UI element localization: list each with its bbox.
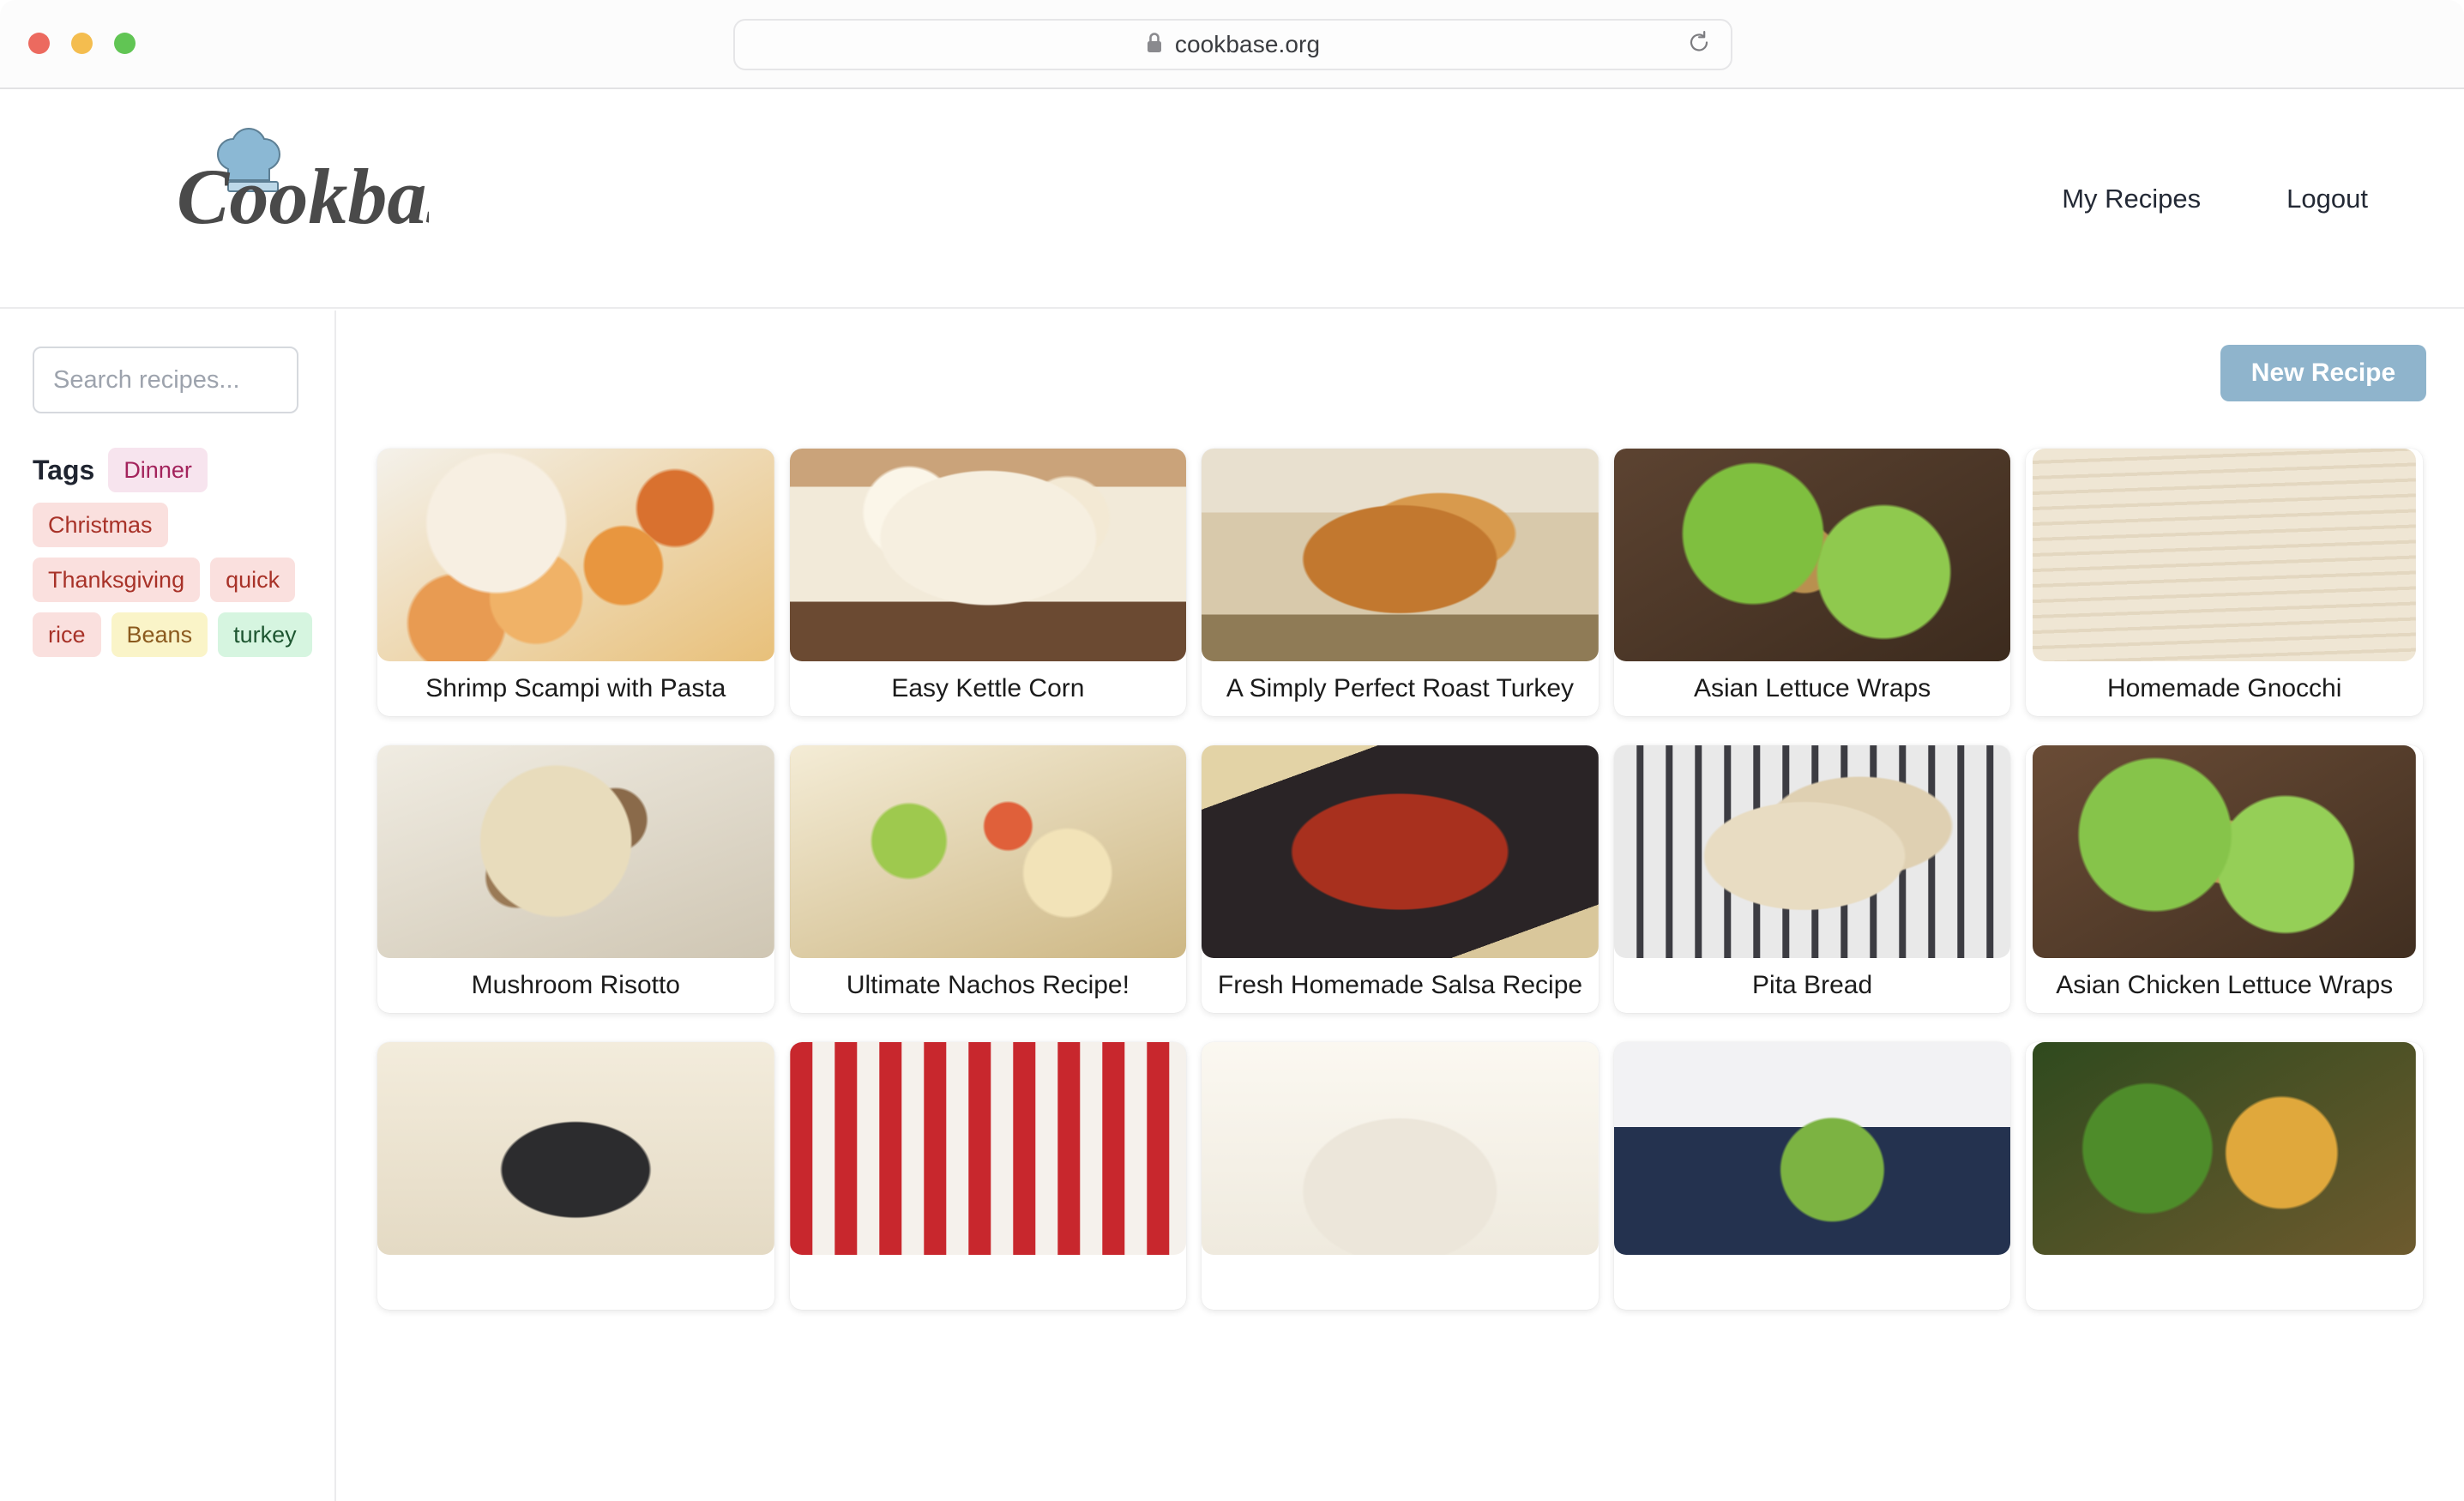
recipe-image	[1613, 1042, 2011, 1255]
close-window-button[interactable]	[28, 33, 50, 54]
recipe-card[interactable]: Asian Chicken Lettuce Wraps	[2026, 745, 2423, 1013]
recipe-title: Easy Kettle Corn	[891, 674, 1085, 702]
site-logo[interactable]: Cookbase	[172, 113, 429, 233]
recipe-image	[1202, 745, 1599, 958]
recipe-card[interactable]: Mushroom Risotto	[377, 745, 774, 1013]
recipe-image	[1613, 745, 2011, 958]
tag-filter-list: Tags Dinner Christmas Thanksgiving quick…	[33, 448, 316, 657]
tag-beans[interactable]: Beans	[111, 612, 208, 657]
recipe-title: Ultimate Nachos Recipe!	[846, 971, 1130, 999]
recipe-title-wrap: Asian Lettuce Wraps	[1614, 661, 2011, 716]
recipe-title: Asian Chicken Lettuce Wraps	[2056, 971, 2394, 999]
tag-rice[interactable]: rice	[33, 612, 101, 657]
recipe-image	[2033, 449, 2416, 661]
page-body: Tags Dinner Christmas Thanksgiving quick…	[0, 310, 2464, 1501]
minimize-window-button[interactable]	[71, 33, 93, 54]
recipe-title-wrap	[377, 1255, 774, 1310]
lock-icon	[1146, 32, 1163, 58]
recipe-image	[2033, 1042, 2416, 1255]
tag-turkey[interactable]: turkey	[218, 612, 312, 657]
recipe-title-wrap	[790, 1255, 1187, 1310]
recipe-image	[377, 1042, 774, 1255]
recipe-title-wrap: A Simply Perfect Roast Turkey	[1202, 661, 1599, 716]
tag-dinner[interactable]: Dinner	[108, 448, 208, 492]
recipe-card[interactable]: Easy Kettle Corn	[789, 449, 1187, 716]
site-header: Cookbase My Recipes Logout	[0, 89, 2464, 309]
recipe-image	[377, 745, 774, 958]
tag-quick[interactable]: quick	[210, 558, 296, 602]
recipe-card[interactable]	[1202, 1042, 1599, 1310]
recipe-grid: Shrimp Scampi with Pasta Easy Kettle Corn…	[377, 449, 2423, 1310]
recipe-title-wrap: Mushroom Risotto	[377, 958, 774, 1013]
recipe-title: Fresh Homemade Salsa Recipe	[1217, 971, 1583, 999]
recipe-card[interactable]	[2026, 1042, 2423, 1310]
recipe-card[interactable]	[377, 1042, 774, 1310]
maximize-window-button[interactable]	[114, 33, 136, 54]
recipe-image	[1613, 449, 2011, 661]
recipe-card[interactable]	[1613, 1042, 2011, 1310]
address-bar[interactable]: cookbase.org	[733, 19, 1732, 70]
url-text: cookbase.org	[1174, 31, 1321, 57]
recipe-title-wrap: Pita Bread	[1614, 958, 2011, 1013]
main-nav: My Recipes Logout	[2062, 89, 2368, 309]
recipe-image	[2033, 745, 2416, 958]
recipe-title-wrap: Homemade Gnocchi	[2033, 661, 2416, 716]
nav-link-my-recipes[interactable]: My Recipes	[2062, 184, 2201, 214]
sidebar: Tags Dinner Christmas Thanksgiving quick…	[0, 310, 336, 1501]
recipe-title: Homemade Gnocchi	[2106, 674, 2342, 702]
recipe-image	[377, 449, 774, 661]
recipe-card[interactable]: A Simply Perfect Roast Turkey	[1202, 449, 1599, 716]
recipe-card[interactable]: Fresh Homemade Salsa Recipe	[1202, 745, 1599, 1013]
content-area: New Recipe Shrimp Scampi with Pasta Easy …	[338, 310, 2464, 1501]
recipe-title-wrap: Easy Kettle Corn	[790, 661, 1187, 716]
recipe-image	[789, 449, 1187, 661]
recipe-card[interactable]: Homemade Gnocchi	[2026, 449, 2423, 716]
recipe-title: Shrimp Scampi with Pasta	[425, 674, 726, 702]
recipe-title: Mushroom Risotto	[471, 971, 680, 999]
recipe-image	[1202, 1042, 1599, 1255]
recipe-image	[789, 745, 1187, 958]
reload-icon[interactable]	[1688, 31, 1710, 59]
tag-christmas[interactable]: Christmas	[33, 503, 168, 547]
recipe-title-wrap	[2033, 1255, 2416, 1310]
recipe-title: A Simply Perfect Roast Turkey	[1226, 674, 1575, 702]
recipe-card[interactable]: Shrimp Scampi with Pasta	[377, 449, 774, 716]
recipe-title-wrap	[1202, 1255, 1599, 1310]
tag-thanksgiving[interactable]: Thanksgiving	[33, 558, 201, 602]
recipe-title-wrap: Fresh Homemade Salsa Recipe	[1202, 958, 1599, 1013]
recipe-title: Asian Lettuce Wraps	[1693, 674, 1931, 702]
recipe-card[interactable]: Pita Bread	[1613, 745, 2011, 1013]
recipe-title-wrap: Asian Chicken Lettuce Wraps	[2033, 958, 2416, 1013]
recipe-card[interactable]	[789, 1042, 1187, 1310]
nav-link-logout[interactable]: Logout	[2286, 184, 2368, 214]
browser-chrome: cookbase.org	[0, 0, 2464, 89]
recipe-image	[1202, 449, 1599, 661]
new-recipe-button[interactable]: New Recipe	[2220, 345, 2426, 401]
search-input[interactable]	[33, 347, 298, 413]
recipe-card[interactable]: Ultimate Nachos Recipe!	[789, 745, 1187, 1013]
logo-wordmark: Cookbase	[177, 153, 429, 233]
recipe-title: Pita Bread	[1752, 971, 1873, 999]
window-controls	[28, 33, 136, 54]
recipe-title-wrap: Ultimate Nachos Recipe!	[790, 958, 1187, 1013]
tags-label: Tags	[33, 454, 95, 485]
recipe-title-wrap: Shrimp Scampi with Pasta	[377, 661, 774, 716]
recipe-image	[789, 1042, 1187, 1255]
recipe-title-wrap	[1614, 1255, 2011, 1310]
recipe-card[interactable]: Asian Lettuce Wraps	[1613, 449, 2011, 716]
